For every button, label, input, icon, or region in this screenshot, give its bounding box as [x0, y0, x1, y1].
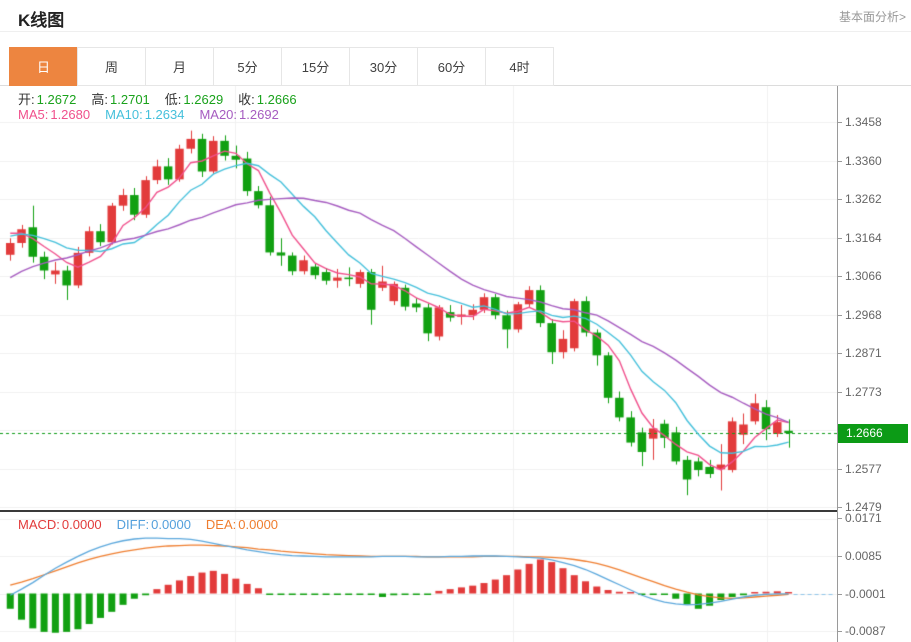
- ohlc-label: 开:: [18, 92, 35, 107]
- axis-tick: [837, 469, 842, 470]
- axis-tick: [837, 238, 842, 239]
- axis-tick: [837, 199, 842, 200]
- ohlc-item: 低:1.2629: [165, 89, 223, 108]
- ohlc-item: 收:1.2666: [238, 89, 296, 108]
- tab-60min[interactable]: 60分: [417, 47, 486, 86]
- ma-item: MA10:1.2634: [105, 107, 184, 122]
- macd-axis-label: -0.0001: [845, 587, 886, 601]
- ohlc-label: 低:: [165, 92, 182, 107]
- price-axis-line: [837, 86, 838, 642]
- axis-tick: [837, 315, 842, 316]
- macd-value: 0.0000: [151, 517, 191, 532]
- axis-tick: [837, 631, 842, 632]
- ohlc-item: 开:1.2672: [18, 89, 76, 108]
- ohlc-label: 高:: [91, 92, 108, 107]
- macd-label: DIFF:: [117, 517, 150, 532]
- price-axis-label: 1.3164: [845, 231, 882, 245]
- price-axis-label: 1.3262: [845, 192, 882, 206]
- price-axis-label: 1.3360: [845, 154, 882, 168]
- axis-tick: [837, 556, 842, 557]
- macd-item: MACD:0.0000: [18, 517, 102, 532]
- tab-week[interactable]: 周: [77, 47, 146, 86]
- ohlc-value: 1.2629: [183, 92, 223, 107]
- macd-item: DIFF:0.0000: [117, 517, 191, 532]
- macd-info-row: MACD:0.0000DIFF:0.0000DEA:0.0000: [18, 517, 278, 532]
- axis-tick: [837, 122, 842, 123]
- ohlc-item: 高:1.2701: [91, 89, 149, 108]
- candlestick-chart-canvas[interactable]: [0, 86, 837, 512]
- page-title: K线图: [18, 6, 64, 31]
- macd-label: DEA:: [206, 517, 236, 532]
- ohlc-value: 1.2666: [257, 92, 297, 107]
- price-axis-label: 1.2773: [845, 385, 882, 399]
- macd-value: 0.0000: [62, 517, 102, 532]
- price-axis-label: 1.2968: [845, 308, 882, 322]
- axis-tick: [837, 353, 842, 354]
- tab-5min[interactable]: 5分: [213, 47, 282, 86]
- macd-label: MACD:: [18, 517, 60, 532]
- fundamental-analysis-link[interactable]: 基本面分析>: [839, 8, 906, 25]
- macd-value: 0.0000: [238, 517, 278, 532]
- tab-30min[interactable]: 30分: [349, 47, 418, 86]
- axis-tick: [837, 507, 842, 508]
- ma-label: MA20:: [199, 107, 237, 122]
- ohlc-info-row: 开:1.2672 高:1.2701 低:1.2629 收:1.2666: [18, 89, 297, 108]
- ma-item: MA5:1.2680: [18, 107, 90, 122]
- macd-axis-label: 0.0171: [845, 511, 882, 525]
- macd-axis-label: -0.0087: [845, 624, 886, 638]
- ma-value: 1.2692: [239, 107, 279, 122]
- axis-tick: [837, 392, 842, 393]
- ma-item: MA20:1.2692: [199, 107, 278, 122]
- ma-label: MA5:: [18, 107, 48, 122]
- price-axis-label: 1.2871: [845, 346, 882, 360]
- ohlc-label: 收:: [238, 92, 255, 107]
- macd-axis-label: 0.0085: [845, 549, 882, 563]
- kline-page: K线图 基本面分析> 日周月5分15分30分60分4时 开:1.2672高:1.…: [0, 0, 911, 642]
- tab-month[interactable]: 月: [145, 47, 214, 86]
- current-price-badge: 1.2666: [838, 424, 908, 443]
- tab-day[interactable]: 日: [9, 47, 78, 86]
- ma-value: 1.2634: [145, 107, 185, 122]
- ma-info-row: MA5:1.2680 MA10:1.2634 MA20:1.2692: [18, 107, 279, 122]
- ma-label: MA10:: [105, 107, 143, 122]
- period-tab-bar: 日周月5分15分30分60分4时: [10, 47, 554, 86]
- header-divider: [0, 31, 911, 32]
- axis-tick: [837, 161, 842, 162]
- tab-4hour[interactable]: 4时: [485, 47, 554, 86]
- price-axis-label: 1.3458: [845, 115, 882, 129]
- ohlc-value: 1.2701: [110, 92, 150, 107]
- axis-tick: [837, 276, 842, 277]
- axis-tick: [837, 518, 842, 519]
- macd-item: DEA:0.0000: [206, 517, 278, 532]
- tab-15min[interactable]: 15分: [281, 47, 350, 86]
- ma-value: 1.2680: [50, 107, 90, 122]
- ohlc-value: 1.2672: [37, 92, 77, 107]
- axis-tick: [837, 594, 842, 595]
- price-axis-label: 1.3066: [845, 269, 882, 283]
- price-axis-label: 1.2577: [845, 462, 882, 476]
